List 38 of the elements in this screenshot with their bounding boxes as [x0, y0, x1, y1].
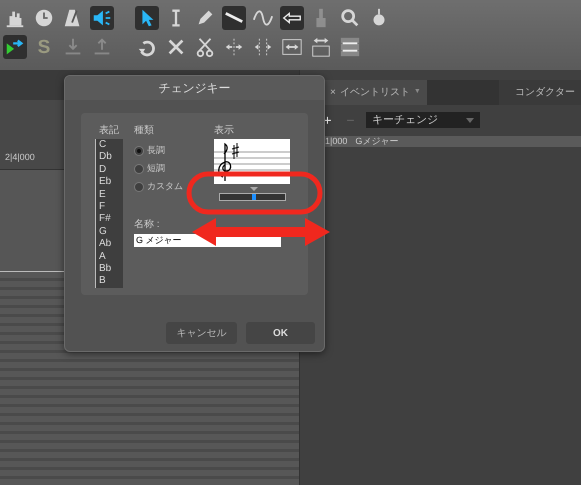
event-name: Gメジャー [355, 136, 398, 147]
ruler-label: 2|4|000 [5, 150, 35, 164]
key-item[interactable]: F# [99, 213, 123, 226]
key-item[interactable]: F [99, 201, 123, 214]
key-item[interactable]: A [99, 250, 123, 264]
caret-icon [466, 118, 474, 122]
key-item[interactable]: D [99, 164, 123, 176]
pointer-icon[interactable] [135, 6, 159, 30]
panel-tab[interactable]: コンダクター [508, 80, 581, 105]
column-heading: 種類 [134, 125, 155, 137]
event-position: 1|000 [325, 136, 348, 147]
cancel-button[interactable]: キャンセル [166, 322, 237, 344]
field-label: 名称 : [134, 219, 161, 231]
key-item[interactable]: G [99, 226, 123, 238]
key-item[interactable]: Db [99, 151, 123, 164]
close-icon[interactable]: × [330, 85, 336, 100]
radio-label: 短調 [147, 162, 165, 176]
event-type-dropdown[interactable]: キーチェンジ [366, 112, 480, 128]
radio-button[interactable] [134, 164, 144, 174]
key-item[interactable]: C [99, 139, 123, 152]
column-heading: 表記 [98, 125, 120, 137]
key-item[interactable]: Bb [99, 263, 123, 276]
column-heading: 表示 [214, 125, 235, 137]
radio-button[interactable] [134, 182, 144, 192]
key-item[interactable]: B [99, 275, 123, 288]
radio-label: カスタム [147, 180, 183, 194]
grid-arrows-icon[interactable] [338, 35, 362, 59]
ok-button[interactable]: OK [246, 322, 315, 344]
radio-label: 長調 [147, 144, 165, 158]
key-item[interactable]: E [99, 188, 123, 202]
tab-label: イベントリスト [340, 86, 410, 100]
tab-label: コンダクター [514, 86, 575, 100]
radio-button[interactable] [134, 146, 144, 156]
key-item[interactable]: Ab [99, 238, 123, 251]
key-item[interactable]: Eb [99, 176, 123, 189]
speaker-icon[interactable] [90, 6, 114, 30]
dialog-title: チェンジキー [65, 76, 324, 100]
slider-thumb[interactable] [252, 194, 256, 200]
